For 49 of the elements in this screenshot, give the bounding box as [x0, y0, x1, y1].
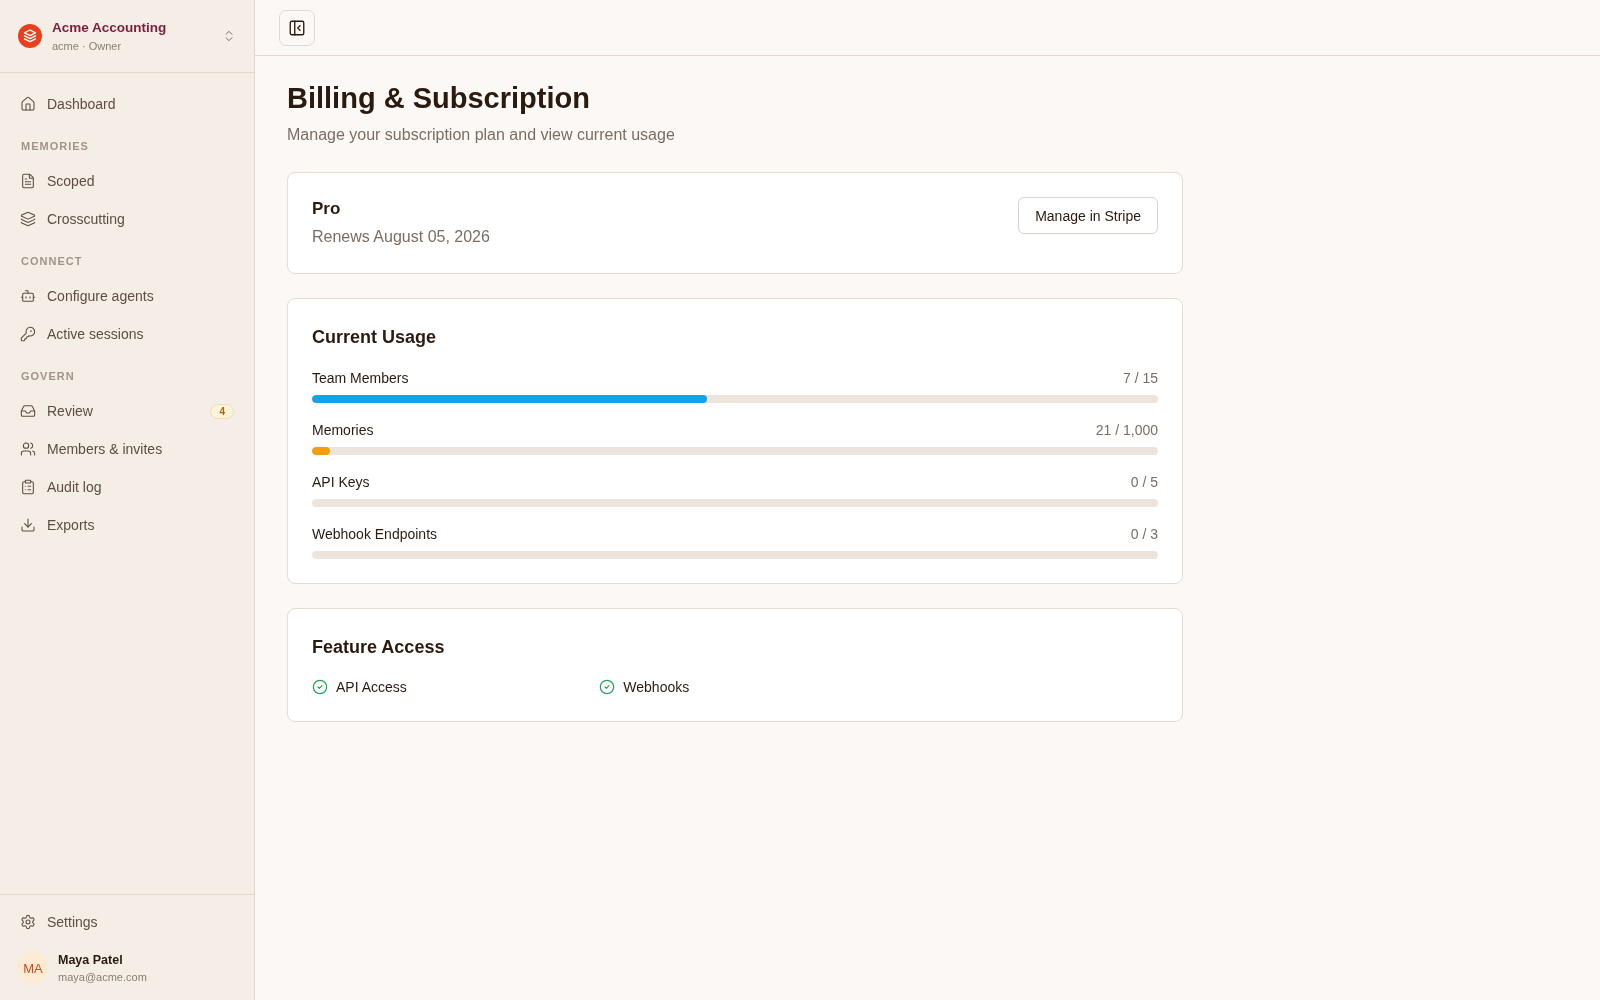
layers-icon: [20, 211, 36, 227]
user-email: maya@acme.com: [58, 970, 147, 984]
inbox-icon: [20, 403, 36, 419]
section-label: MEMORIES: [20, 139, 90, 153]
org-role: acme · Owner: [52, 39, 123, 53]
sidebar-panel-icon: [288, 18, 306, 37]
manage-button[interactable]: Manage in Stripe: [1018, 197, 1158, 234]
nav-link[interactable]: Scoped: [8, 162, 246, 200]
section-label: GOVERN: [20, 369, 76, 383]
usage-label: API Keys: [312, 473, 370, 492]
usage-reading: 7 / 15: [1122, 369, 1158, 388]
house-icon: [20, 96, 36, 112]
clipboard-icon: [20, 479, 36, 495]
nav-link[interactable]: Audit log: [8, 468, 246, 506]
usage-reading: 0 / 5: [1130, 473, 1158, 492]
nav-link[interactable]: Active sessions: [8, 315, 246, 353]
usage-label: Webhook Endpoints: [312, 525, 438, 544]
document-icon: [20, 173, 36, 189]
page-subtitle: Manage your subscription plan and view current usage: [287, 125, 676, 145]
usage-reading: 21 / 1,000: [1095, 421, 1158, 440]
download-icon: [20, 517, 36, 533]
nav-link[interactable]: Dashboard: [8, 85, 246, 123]
card-title: Current Usage: [312, 326, 438, 349]
nav-link[interactable]: Crosscutting: [8, 200, 246, 238]
usage-label: Team Members: [312, 369, 409, 388]
nav-link[interactable]: Exports: [8, 506, 246, 544]
nav-link[interactable]: Configure agents: [8, 277, 246, 315]
count-badge: 4: [210, 403, 234, 419]
page-title: Billing & Subscription: [287, 81, 591, 116]
feature-label: Webhooks: [623, 678, 690, 697]
robot-icon: [20, 288, 36, 304]
org-name: Acme Accounting: [52, 19, 168, 37]
renewal-date: Renews August 05, 2026: [312, 227, 490, 247]
card-title: Feature Access: [312, 636, 446, 659]
users-icon: [20, 441, 36, 457]
user-avatar: MA: [17, 952, 49, 984]
usage-reading: 0 / 3: [1130, 525, 1158, 544]
feature-label: API Access: [336, 678, 407, 697]
usage-label: Memories: [312, 421, 374, 440]
settings-icon: [20, 914, 36, 930]
plan-name: Pro: [312, 198, 342, 220]
section-label: CONNECT: [20, 254, 84, 268]
user-name: Maya Patel: [58, 952, 124, 968]
nav-link[interactable]: Review 4: [8, 392, 246, 430]
layers-logo-icon: [18, 24, 42, 48]
key-icon: [20, 326, 36, 342]
nav-link[interactable]: Members & invites: [8, 430, 246, 468]
nav-link[interactable]: Settings: [8, 903, 246, 941]
collapse-sidebar-button[interactable]: [279, 9, 315, 46]
